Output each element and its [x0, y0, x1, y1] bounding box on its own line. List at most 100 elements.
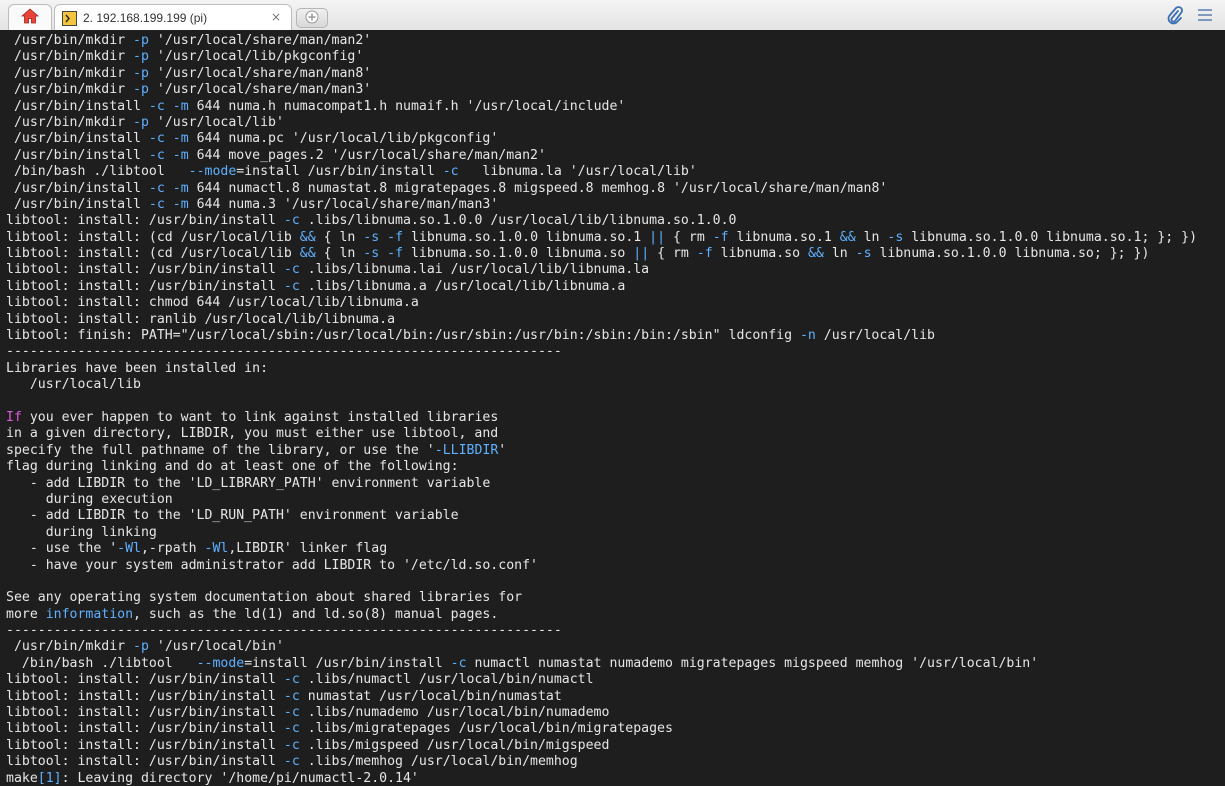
terminal-text: ln: [855, 229, 888, 245]
terminal-text: -m: [172, 196, 189, 212]
terminal-text: 644 numactl.8 numastat.8 migratepages.8 …: [188, 180, 888, 196]
terminal-text: libnuma.so.1.0.0 libnuma.so.1: [403, 229, 650, 245]
terminal-text: .libs/numactl /usr/local/bin/numactl: [299, 672, 594, 688]
terminal-text: ||: [633, 246, 650, 262]
terminal-text: { rm: [649, 246, 697, 262]
terminal-text: ----------------------------------------…: [6, 623, 562, 639]
terminal-text: libtool: install: chmod 644 /usr/local/l…: [6, 295, 419, 311]
terminal-text: /usr/bin/mkdir: [6, 65, 134, 81]
terminal-text: libtool: finish: PATH="/usr/local/sbin:/…: [6, 328, 800, 344]
terminal-text: , such as the ld(1) and ld.so(8) manual …: [133, 606, 499, 622]
terminal-line: libtool: install: /usr/bin/install -c .l…: [6, 721, 1225, 737]
terminal-text: /usr/bin/mkdir: [6, 33, 134, 48]
terminal-text: -c: [283, 705, 300, 721]
terminal-line: libtool: install: (cd /usr/local/lib && …: [6, 246, 1225, 262]
terminal-text: libtool: install: /usr/bin/install: [6, 688, 284, 704]
terminal-text: -m: [172, 98, 189, 114]
terminal-text: -c: [283, 737, 300, 753]
terminal-text: &&: [839, 229, 856, 245]
terminal-text: libnuma.so: [712, 246, 808, 262]
terminal-text: /usr/bin/install: [6, 131, 149, 147]
terminal-text: you ever happen to want to link against …: [21, 409, 499, 425]
terminal-text: 644 numa.pc '/usr/local/lib/pkgconfig': [188, 131, 499, 147]
terminal-text: /usr/local/lib: [6, 377, 141, 393]
terminal-text: -s: [363, 229, 380, 245]
terminal-line: See any operating system documentation a…: [6, 590, 1225, 606]
terminal-text: '/usr/local/lib/pkgconfig': [148, 49, 364, 65]
terminal-text: specify the full pathname of the library…: [6, 442, 435, 458]
terminal-text: ln: [823, 246, 856, 262]
home-icon[interactable]: [20, 8, 40, 28]
terminal-line: libtool: install: /usr/bin/install -c .l…: [6, 754, 1225, 770]
terminal-line: libtool: install: /usr/bin/install -c .l…: [6, 705, 1225, 721]
tab-title: 2. 192.168.199.199 (pi): [83, 11, 208, 25]
terminal-line: /usr/local/lib: [6, 377, 1225, 393]
terminal-text: -c: [450, 655, 467, 671]
terminal-text: -p: [133, 639, 149, 655]
paperclip-icon[interactable]: [1166, 6, 1184, 30]
terminal-text: /bin/bash ./libtool: [6, 164, 189, 180]
terminal-text: libtool: install: /usr/bin/install: [6, 705, 284, 721]
terminal-text: -m: [172, 180, 189, 196]
terminal-text: libtool: install: /usr/bin/install: [6, 754, 284, 770]
terminal-text: ||: [649, 229, 666, 245]
terminal-text: libnuma.so.1.0.0 libnuma.so: [403, 246, 634, 262]
terminal-text: [1]: [37, 770, 62, 786]
terminal-text: -c: [283, 213, 300, 229]
terminal-line: libtool: finish: PATH="/usr/local/sbin:/…: [6, 328, 1225, 344]
terminal-line: make[1]: Leaving directory '/home/pi/num…: [6, 771, 1225, 786]
terminal-text: libtool: install: /usr/bin/install: [6, 213, 284, 229]
terminal-text: -s: [887, 229, 904, 245]
new-tab-button[interactable]: [296, 8, 328, 28]
terminal-text: -Wl: [204, 541, 229, 557]
terminal-text: -c: [148, 147, 165, 163]
tab-session[interactable]: 2. 192.168.199.199 (pi) ×: [54, 4, 292, 31]
terminal-text: 644 numa.3 '/usr/local/share/man/man3': [188, 196, 499, 212]
terminal-text: --mode: [188, 164, 237, 180]
terminal-text: - have your system administrator add LIB…: [6, 557, 538, 573]
terminal-text: - use the ': [6, 541, 118, 557]
terminal-text: ----------------------------------------…: [6, 344, 562, 360]
terminal-text: -n: [799, 328, 816, 344]
hamburger-menu-icon[interactable]: [1196, 7, 1214, 27]
terminal-text: -c: [283, 672, 300, 688]
tab-bar: 2. 192.168.199.199 (pi) ×: [0, 0, 1225, 31]
terminal-line: libtool: install: /usr/bin/install -c nu…: [6, 689, 1225, 705]
terminal-text: -Wl: [117, 541, 141, 557]
terminal-text: { ln: [315, 246, 364, 262]
terminal-text: libtool: install: /usr/bin/install: [6, 721, 284, 737]
terminal-text: libnuma.so.1.0.0 libnuma.so.1; }; }): [903, 229, 1198, 245]
terminal-text: -f: [696, 246, 713, 262]
close-tab-icon[interactable]: ×: [271, 10, 281, 24]
terminal-text: : Leaving directory '/home/pi/numactl-2.…: [61, 770, 419, 786]
terminal-text: -f: [712, 229, 729, 245]
terminal-text: -m: [172, 147, 189, 163]
terminal-output[interactable]: /usr/bin/mkdir -p '/usr/local/share/man/…: [0, 30, 1225, 786]
terminal-text: .libs/numademo /usr/local/bin/numademo: [299, 705, 610, 721]
terminal-text: - add LIBDIR to the 'LD_LIBRARY_PATH' en…: [6, 475, 491, 491]
terminal-text: libtool: install: /usr/bin/install: [6, 737, 284, 753]
terminal-line: libtool: install: chmod 644 /usr/local/l…: [6, 295, 1225, 311]
terminal-line: /bin/bash ./libtool --mode=install /usr/…: [6, 656, 1225, 672]
terminal-text: '/usr/local/bin': [148, 639, 284, 655]
terminal-text: /usr/bin/mkdir: [6, 639, 134, 655]
terminal-text: -p: [133, 82, 149, 98]
terminal-text: &&: [299, 246, 316, 262]
terminal-text: -c: [283, 754, 300, 770]
terminal-line: libtool: install: ranlib /usr/local/lib/…: [6, 312, 1225, 328]
terminal-text: -c: [283, 262, 300, 278]
home-tab[interactable]: [8, 4, 52, 31]
terminal-line: /usr/bin/install -c -m 644 numa.3 '/usr/…: [6, 197, 1225, 213]
terminal-text: libtool: install: /usr/bin/install: [6, 278, 284, 294]
terminal-text: '/usr/local/share/man/man3': [148, 82, 372, 98]
terminal-text: libnuma.so.1.0.0 libnuma.so; }; }): [871, 246, 1150, 262]
terminal-text: '/usr/local/share/man/man2': [148, 33, 372, 48]
terminal-line: libtool: install: /usr/bin/install -c .l…: [6, 213, 1225, 229]
terminal-text: -s: [855, 246, 872, 262]
terminal-text: --mode: [196, 655, 245, 671]
terminal-line: - have your system administrator add LIB…: [6, 558, 1225, 574]
